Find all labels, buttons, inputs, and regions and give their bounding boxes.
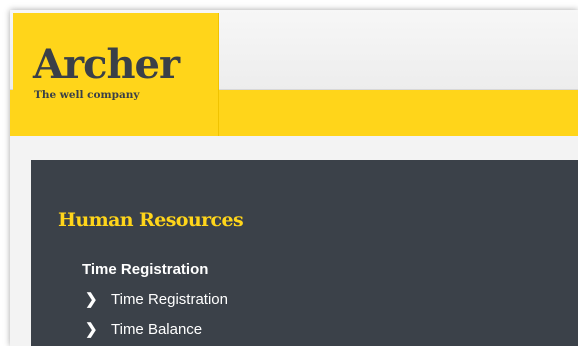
section-title: Human Resources: [58, 209, 244, 231]
chevron-right-icon: ❯: [85, 291, 98, 308]
menu-item-label: Time Balance: [111, 320, 203, 338]
menu-item-time-registration[interactable]: ❯ Time Registration: [85, 289, 228, 309]
menu-item-time-balance[interactable]: ❯ Time Balance: [85, 319, 202, 339]
logo-tagline: The well company: [34, 89, 140, 101]
archer-logo[interactable]: Archer The well company: [13, 13, 219, 136]
logo-wordmark: Archer: [33, 41, 180, 88]
header: Archer The well company: [10, 10, 578, 136]
app-window: Archer The well company Human Resources …: [10, 10, 578, 346]
menu-item-label: Time Registration: [111, 290, 228, 308]
chevron-right-icon: ❯: [85, 321, 98, 338]
group-title: Time Registration: [82, 261, 209, 278]
menu-panel: Human Resources Time Registration ❯ Time…: [31, 160, 578, 346]
